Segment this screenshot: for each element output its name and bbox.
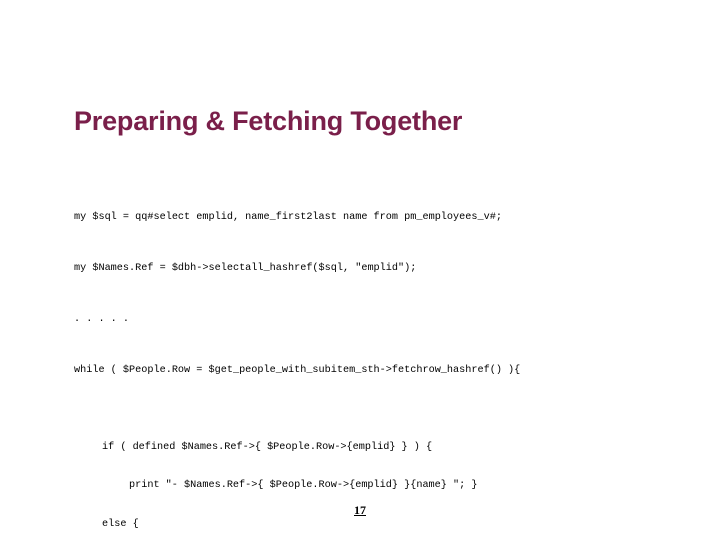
page-title: Preparing & Fetching Together xyxy=(74,106,462,137)
code-line: my $sql = qq#select emplid, name_first2l… xyxy=(74,212,660,225)
code-line: while ( $People.Row = $get_people_with_s… xyxy=(74,365,660,378)
code-line: else { xyxy=(74,519,660,532)
page-number: 17 xyxy=(0,503,720,518)
code-block: my $sql = qq#select emplid, name_first2l… xyxy=(74,186,660,540)
slide: Preparing & Fetching Together my $sql = … xyxy=(0,0,720,540)
code-line: my $Names.Ref = $dbh->selectall_hashref(… xyxy=(74,263,660,276)
code-line: . . . . . xyxy=(74,314,660,327)
code-line: print "- $Names.Ref->{ $People.Row->{emp… xyxy=(74,480,660,493)
code-block-inner: if ( defined $Names.Ref->{ $People.Row->… xyxy=(74,417,660,540)
code-line: if ( defined $Names.Ref->{ $People.Row->… xyxy=(74,442,660,455)
